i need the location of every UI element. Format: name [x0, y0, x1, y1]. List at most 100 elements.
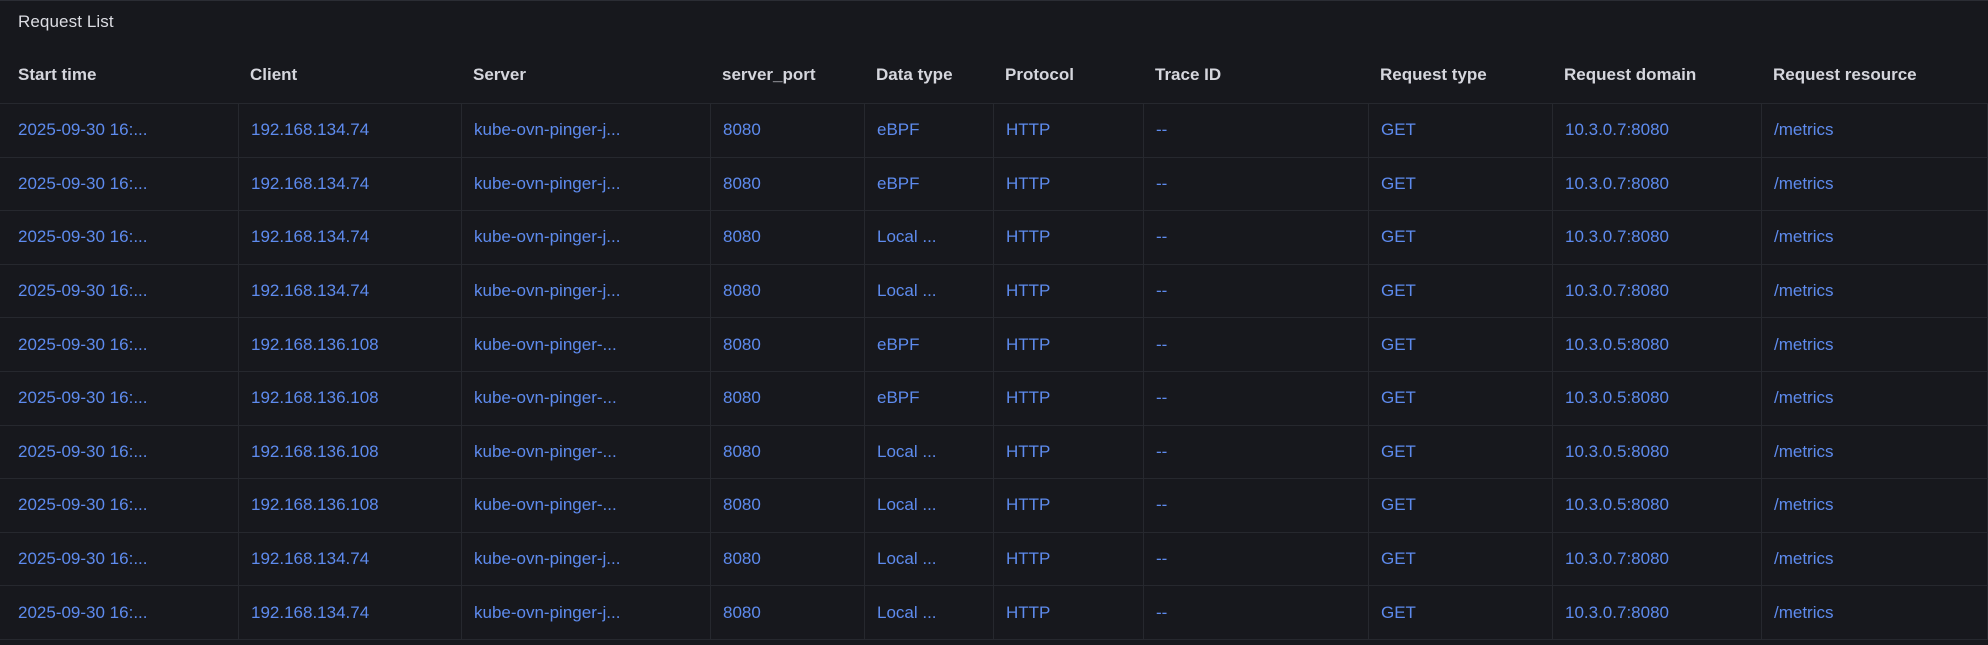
- table-cell[interactable]: --: [1143, 318, 1368, 371]
- table-cell[interactable]: /metrics: [1761, 318, 1988, 371]
- table-cell[interactable]: kube-ovn-pinger-...: [461, 426, 710, 479]
- table-cell[interactable]: /metrics: [1761, 265, 1988, 318]
- table-cell[interactable]: HTTP: [993, 372, 1143, 425]
- table-cell[interactable]: kube-ovn-pinger-j...: [461, 265, 710, 318]
- table-cell[interactable]: 10.3.0.5:8080: [1552, 372, 1761, 425]
- table-cell[interactable]: HTTP: [993, 104, 1143, 157]
- table-cell[interactable]: GET: [1368, 265, 1552, 318]
- table-cell[interactable]: kube-ovn-pinger-...: [461, 318, 710, 371]
- table-cell[interactable]: GET: [1368, 104, 1552, 157]
- column-header-data-type[interactable]: Data type: [864, 46, 993, 103]
- table-cell[interactable]: HTTP: [993, 265, 1143, 318]
- table-cell[interactable]: 192.168.136.108: [238, 372, 461, 425]
- table-cell[interactable]: /metrics: [1761, 586, 1988, 639]
- table-cell[interactable]: --: [1143, 586, 1368, 639]
- table-cell[interactable]: 2025-09-30 16:...: [0, 158, 238, 211]
- table-cell[interactable]: 192.168.134.74: [238, 586, 461, 639]
- table-cell[interactable]: --: [1143, 265, 1368, 318]
- table-cell[interactable]: GET: [1368, 372, 1552, 425]
- table-cell[interactable]: GET: [1368, 479, 1552, 532]
- table-cell[interactable]: eBPF: [864, 318, 993, 371]
- table-cell[interactable]: 8080: [710, 426, 864, 479]
- column-header-request-type[interactable]: Request type: [1368, 46, 1552, 103]
- table-cell[interactable]: GET: [1368, 426, 1552, 479]
- table-cell[interactable]: HTTP: [993, 586, 1143, 639]
- table-cell[interactable]: 10.3.0.7:8080: [1552, 211, 1761, 264]
- panel-title[interactable]: Request List: [18, 12, 114, 32]
- table-cell[interactable]: 10.3.0.7:8080: [1552, 158, 1761, 211]
- table-cell[interactable]: 2025-09-30 16:...: [0, 211, 238, 264]
- table-cell[interactable]: HTTP: [993, 479, 1143, 532]
- table-cell[interactable]: eBPF: [864, 372, 993, 425]
- table-cell[interactable]: 2025-09-30 16:...: [0, 479, 238, 532]
- table-cell[interactable]: HTTP: [993, 533, 1143, 586]
- table-cell[interactable]: --: [1143, 211, 1368, 264]
- table-cell[interactable]: GET: [1368, 158, 1552, 211]
- table-cell[interactable]: /metrics: [1761, 372, 1988, 425]
- table-cell[interactable]: 8080: [710, 265, 864, 318]
- table-cell[interactable]: 8080: [710, 104, 864, 157]
- table-cell[interactable]: /metrics: [1761, 479, 1988, 532]
- table-cell[interactable]: kube-ovn-pinger-j...: [461, 586, 710, 639]
- table-cell[interactable]: 10.3.0.7:8080: [1552, 265, 1761, 318]
- table-cell[interactable]: kube-ovn-pinger-j...: [461, 533, 710, 586]
- table-cell[interactable]: /metrics: [1761, 211, 1988, 264]
- table-cell[interactable]: 2025-09-30 16:...: [0, 265, 238, 318]
- table-cell[interactable]: 192.168.136.108: [238, 479, 461, 532]
- table-cell[interactable]: 2025-09-30 16:...: [0, 318, 238, 371]
- table-cell[interactable]: 10.3.0.5:8080: [1552, 318, 1761, 371]
- table-cell[interactable]: /metrics: [1761, 533, 1988, 586]
- table-cell[interactable]: 8080: [710, 479, 864, 532]
- table-cell[interactable]: GET: [1368, 586, 1552, 639]
- table-cell[interactable]: kube-ovn-pinger-j...: [461, 158, 710, 211]
- table-cell[interactable]: 2025-09-30 16:...: [0, 533, 238, 586]
- table-cell[interactable]: 8080: [710, 211, 864, 264]
- table-cell[interactable]: 2025-09-30 16:...: [0, 426, 238, 479]
- table-cell[interactable]: kube-ovn-pinger-...: [461, 479, 710, 532]
- table-cell[interactable]: 192.168.134.74: [238, 533, 461, 586]
- table-cell[interactable]: 8080: [710, 533, 864, 586]
- table-cell[interactable]: GET: [1368, 533, 1552, 586]
- table-cell[interactable]: Local ...: [864, 426, 993, 479]
- table-cell[interactable]: 10.3.0.7:8080: [1552, 104, 1761, 157]
- column-header-client[interactable]: Client: [238, 46, 461, 103]
- table-cell[interactable]: 8080: [710, 586, 864, 639]
- table-cell[interactable]: 192.168.136.108: [238, 426, 461, 479]
- column-header-server[interactable]: Server: [461, 46, 710, 103]
- table-cell[interactable]: 192.168.134.74: [238, 104, 461, 157]
- table-cell[interactable]: 8080: [710, 318, 864, 371]
- table-cell[interactable]: --: [1143, 104, 1368, 157]
- table-cell[interactable]: --: [1143, 372, 1368, 425]
- table-cell[interactable]: 2025-09-30 16:...: [0, 104, 238, 157]
- table-cell[interactable]: --: [1143, 533, 1368, 586]
- table-cell[interactable]: 192.168.134.74: [238, 158, 461, 211]
- column-header-request-resource[interactable]: Request resource: [1761, 46, 1988, 103]
- table-cell[interactable]: Local ...: [864, 265, 993, 318]
- table-cell[interactable]: Local ...: [864, 586, 993, 639]
- table-cell[interactable]: 2025-09-30 16:...: [0, 372, 238, 425]
- table-cell[interactable]: kube-ovn-pinger-...: [461, 372, 710, 425]
- table-cell[interactable]: eBPF: [864, 104, 993, 157]
- table-cell[interactable]: eBPF: [864, 158, 993, 211]
- column-header-request-domain[interactable]: Request domain: [1552, 46, 1761, 103]
- table-cell[interactable]: 10.3.0.5:8080: [1552, 426, 1761, 479]
- table-cell[interactable]: 2025-09-30 16:...: [0, 586, 238, 639]
- table-cell[interactable]: --: [1143, 479, 1368, 532]
- table-cell[interactable]: Local ...: [864, 533, 993, 586]
- table-cell[interactable]: GET: [1368, 211, 1552, 264]
- table-cell[interactable]: HTTP: [993, 318, 1143, 371]
- table-cell[interactable]: HTTP: [993, 426, 1143, 479]
- table-cell[interactable]: GET: [1368, 318, 1552, 371]
- column-header-server-port[interactable]: server_port: [710, 46, 864, 103]
- table-cell[interactable]: Local ...: [864, 479, 993, 532]
- table-cell[interactable]: Local ...: [864, 211, 993, 264]
- column-header-trace-id[interactable]: Trace ID: [1143, 46, 1368, 103]
- table-cell[interactable]: 10.3.0.7:8080: [1552, 586, 1761, 639]
- table-cell[interactable]: /metrics: [1761, 158, 1988, 211]
- table-cell[interactable]: HTTP: [993, 158, 1143, 211]
- table-cell[interactable]: 192.168.136.108: [238, 318, 461, 371]
- table-cell[interactable]: 8080: [710, 372, 864, 425]
- table-cell[interactable]: 10.3.0.5:8080: [1552, 479, 1761, 532]
- table-cell[interactable]: HTTP: [993, 211, 1143, 264]
- column-header-start-time[interactable]: Start time: [0, 46, 238, 103]
